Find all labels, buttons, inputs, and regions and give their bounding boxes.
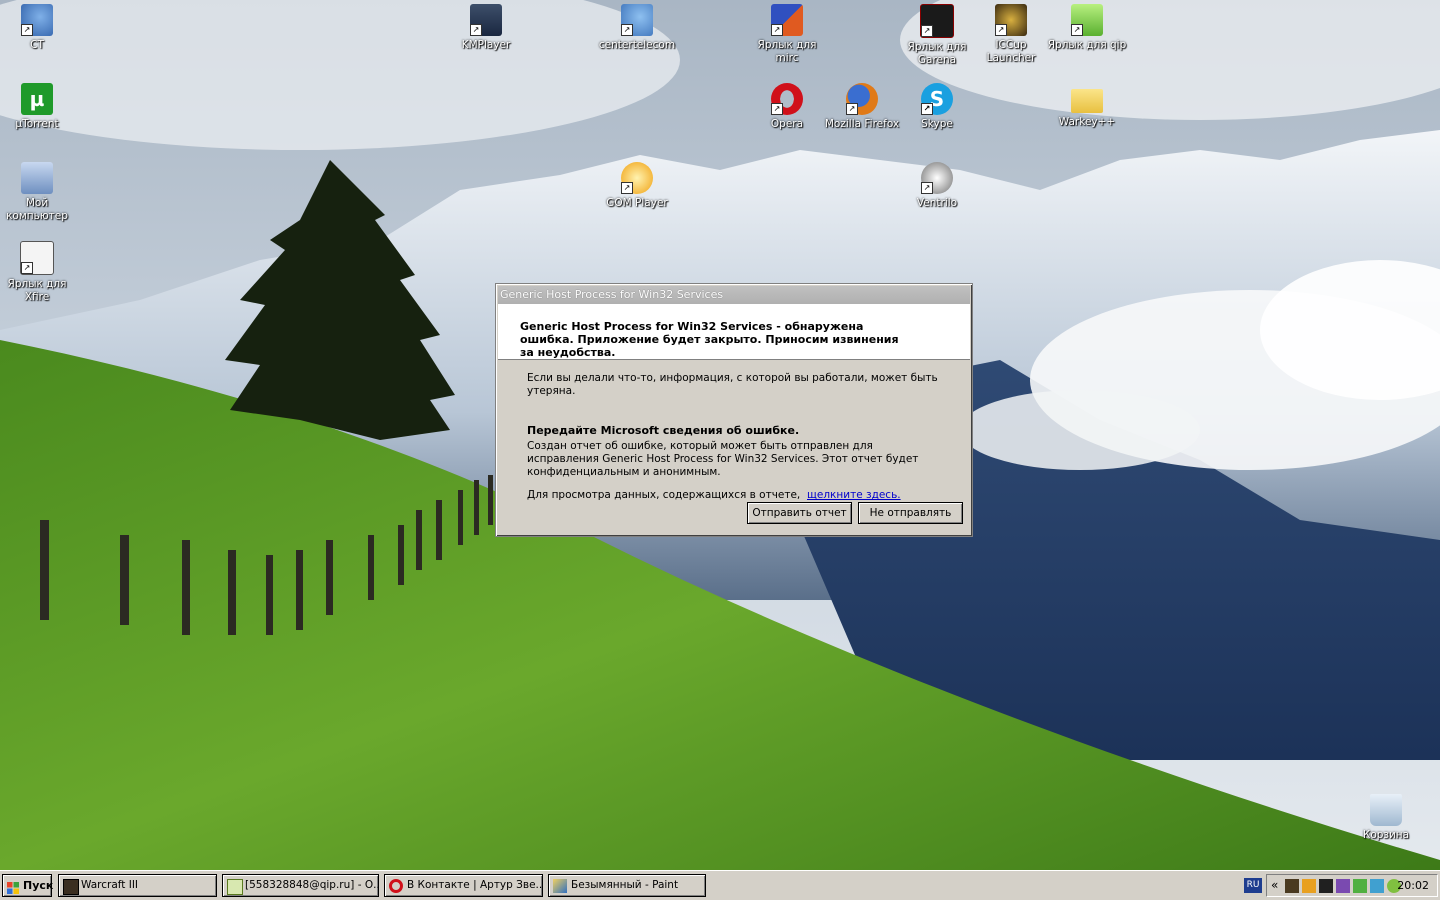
start-label: Пуск (23, 879, 54, 892)
data-loss-warning: Если вы делали что-то, информация, с кот… (527, 372, 938, 397)
view-report-link[interactable]: щелкните здесь. (807, 489, 901, 502)
taskbar-item-paint[interactable]: Безымянный - Paint (548, 874, 706, 897)
qip-window-icon (227, 879, 243, 895)
desktop-icon-gom-player[interactable]: ↗ GOM Player (597, 162, 677, 210)
desktop-icon-firefox[interactable]: ↗ Mozilla Firefox (822, 83, 902, 131)
taskbar-item-qip[interactable]: [558328848@qip.ru] - О... (222, 874, 379, 897)
tray-expand-button[interactable]: « (1271, 878, 1278, 892)
skype-icon: S ↗ (921, 83, 953, 115)
dialog-header: Generic Host Process for Win32 Services … (498, 304, 970, 360)
desktop-icon-label: Mozilla Firefox (824, 118, 900, 130)
error-dialog: Generic Host Process for Win32 Services … (495, 283, 973, 537)
desktop-icon-ct[interactable]: ↗ CT (0, 4, 77, 52)
start-button[interactable]: Пуск (2, 874, 54, 897)
taskbar-item-label: Warcraft III (81, 879, 139, 891)
winamp-tray-icon[interactable] (1336, 879, 1350, 893)
taskbar-item-opera[interactable]: В Контакте | Артур Зве... (384, 874, 543, 897)
windows-logo-icon (7, 880, 19, 894)
desktop-icon-warkey[interactable]: Warkey++ (1047, 83, 1127, 129)
garena-tray-icon[interactable] (1319, 879, 1333, 893)
recycle-bin-icon (1370, 794, 1402, 826)
taskbar-item-warcraft[interactable]: Warcraft III (58, 874, 217, 897)
network-icon: ↗ (621, 4, 653, 36)
kmplayer-icon: ↗ (470, 4, 502, 36)
send-report-button[interactable]: Отправить отчет (747, 502, 852, 524)
folder-icon (1071, 89, 1103, 113)
desktop-icon-skype[interactable]: S ↗ Skype (897, 83, 977, 131)
desktop-icon-utorrent[interactable]: µ µTorrent (0, 83, 77, 131)
mirc-icon: ↗ (771, 4, 803, 36)
desktop-icon-kmplayer[interactable]: ↗ KMPlayer (446, 4, 526, 52)
desktop-icon-centertelecom[interactable]: ↗ centertelecom (597, 4, 677, 52)
desktop-icon-xfire[interactable]: ↗ Ярлык для Xfire (0, 241, 77, 304)
taskbar-item-label: Безымянный - Paint (571, 879, 679, 891)
system-tray: « 20:02 (1266, 874, 1438, 897)
xfire-icon: ↗ (20, 241, 54, 275)
desktop-icon-my-computer[interactable]: Мой компьютер (0, 162, 77, 223)
desktop-icon-label: ICCup Launcher (986, 39, 1036, 64)
report-description: Создан отчет об ошибке, который может бы… (527, 440, 919, 478)
paint-icon (553, 879, 567, 893)
desktop-icon-qip[interactable]: ↗ Ярлык для qip (1047, 4, 1127, 52)
view-report-label: Для просмотра данных, содержащихся в отч… (527, 489, 801, 501)
view-report-text: Для просмотра данных, содержащихся в отч… (527, 489, 972, 502)
desktop-icon-label: Корзина (1362, 829, 1410, 841)
desktop-icon-label: GOM Player (606, 197, 668, 209)
desktop-icon-label: Opera (770, 118, 804, 130)
dialog-title-bar[interactable]: Generic Host Process for Win32 Services (498, 286, 970, 304)
gom-player-icon: ↗ (621, 162, 653, 194)
desktop-icon-label: Ярлык для Xfire (7, 278, 67, 303)
qip-tray-icon[interactable] (1353, 879, 1367, 893)
report-heading: Передайте Microsoft сведения об ошибке. (527, 424, 800, 437)
iccup-icon: ↗ (995, 4, 1027, 36)
dialog-body: Если вы делали что-то, информация, с кот… (496, 360, 972, 502)
desktop-icon-label: Skype (921, 118, 953, 130)
desktop-icon-label: Ярлык для Garena (907, 41, 967, 66)
taskbar-item-label: В Контакте | Артур Зве... (407, 879, 543, 891)
taskbar-item-label: [558328848@qip.ru] - О... (245, 879, 379, 891)
opera-icon: ↗ (771, 83, 803, 115)
qip-icon: ↗ (1071, 4, 1103, 36)
clock[interactable]: 20:02 (1397, 879, 1429, 893)
desktop-icon-label: Ярлык для qip (1047, 39, 1127, 51)
desktop-icon-label: µTorrent (15, 118, 59, 130)
error-message: Generic Host Process for Win32 Services … (520, 320, 899, 359)
iccup-tray-icon[interactable] (1285, 879, 1299, 893)
firefox-icon: ↗ (846, 83, 878, 115)
warcraft-icon (63, 879, 79, 895)
network-tray-icon[interactable] (1370, 879, 1384, 893)
desktop-icon-label: Ярлык для mirc (757, 39, 817, 64)
desktop-icon-recycle-bin[interactable]: Корзина (1346, 794, 1426, 842)
desktop-icon-mirc[interactable]: ↗ Ярлык для mirc (747, 4, 827, 65)
language-indicator[interactable]: RU (1244, 878, 1262, 893)
utorrent-icon: µ (21, 83, 53, 115)
desktop-icon-label: Ventrilo (916, 197, 958, 209)
opera-icon (389, 879, 403, 893)
desktop-icon-iccup[interactable]: ↗ ICCup Launcher (971, 4, 1051, 65)
desktop-icon-label: Мой компьютер (6, 197, 68, 222)
desktop-icon-garena[interactable]: ↗ Ярлык для Garena (897, 4, 977, 67)
ventrilo-icon: ↗ (921, 162, 953, 194)
desktop-icon-label: CT (30, 39, 44, 51)
desktop-icon-label: centertelecom (598, 39, 676, 51)
taskbar: Пуск Warcraft III [558328848@qip.ru] - О… (0, 870, 1440, 900)
garena-icon: ↗ (920, 4, 954, 38)
desktop-icon-ventrilo[interactable]: ↗ Ventrilo (897, 162, 977, 210)
computer-icon (21, 162, 53, 194)
skype-tray-icon[interactable] (1302, 879, 1316, 893)
network-icon: ↗ (21, 4, 53, 36)
desktop-icon-label: Warkey++ (1058, 116, 1116, 128)
dont-send-button[interactable]: Не отправлять (858, 502, 963, 524)
desktop-icon-label: KMPlayer (461, 39, 511, 51)
desktop-icon-opera[interactable]: ↗ Opera (747, 83, 827, 131)
